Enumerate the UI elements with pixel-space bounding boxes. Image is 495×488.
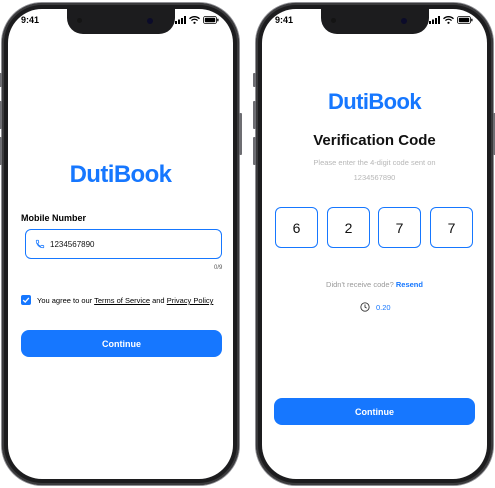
resend-prompt: Didn't receive code?	[326, 280, 394, 289]
status-icons	[429, 15, 473, 24]
power-button	[239, 113, 242, 155]
agree-conjunction: and	[150, 296, 167, 305]
phone-frame-login: 9:41 DutiBook Mobile Number 1234567890 0…	[0, 3, 242, 485]
agree-prefix: You agree to our	[37, 296, 95, 305]
mobile-number-value: 1234567890	[50, 239, 95, 249]
wifi-icon	[189, 15, 200, 24]
mobile-number-field[interactable]: 1234567890	[25, 229, 222, 259]
checkmark-icon	[22, 297, 30, 304]
status-time: 9:41	[21, 15, 40, 25]
subtitle-phone-number: 1234567890	[353, 173, 396, 182]
subtitle-instruction: Please enter the 4-digit code sent on	[313, 158, 436, 167]
resend-link[interactable]: Resend	[396, 280, 423, 289]
timer-value: 0.20	[376, 302, 391, 312]
notch	[66, 9, 175, 34]
otp-digit-2[interactable]: 2	[327, 207, 370, 248]
status-icons	[175, 15, 219, 24]
verification-subtitle: Please enter the 4-digit code sent on 12…	[262, 155, 487, 185]
app-logo: DutiBook	[69, 161, 172, 188]
login-screen: 9:41 DutiBook Mobile Number 1234567890 0…	[8, 9, 233, 479]
terms-of-service-link[interactable]: Terms of Service	[94, 296, 150, 305]
verification-screen: 9:41 DutiBook Verification Code Please e…	[262, 9, 487, 479]
notch	[320, 9, 429, 34]
otp-digit-4[interactable]: 7	[430, 207, 473, 248]
volume-up-button	[253, 101, 256, 129]
mute-switch	[253, 73, 256, 87]
battery-icon	[457, 15, 473, 24]
phone-icon	[35, 239, 45, 249]
otp-digit-3[interactable]: 7	[378, 207, 421, 248]
clock-icon	[360, 302, 370, 312]
status-time: 9:41	[275, 15, 294, 25]
volume-down-button	[0, 137, 2, 165]
continue-button[interactable]: Continue	[274, 398, 475, 425]
privacy-policy-link[interactable]: Privacy Policy	[167, 296, 214, 305]
mute-switch	[0, 73, 2, 87]
terms-checkbox[interactable]	[21, 295, 31, 305]
battery-icon	[203, 15, 219, 24]
terms-agreement-text: You agree to our Terms of Service and Pr…	[37, 296, 213, 305]
character-counter: 0/9	[214, 265, 223, 271]
mobile-number-label: Mobile Number	[21, 213, 87, 223]
app-logo: DutiBook	[328, 89, 422, 114]
page-title: Verification Code	[313, 132, 436, 149]
signal-icon	[175, 15, 186, 24]
otp-digit-1[interactable]: 6	[275, 207, 318, 248]
volume-up-button	[0, 101, 2, 129]
signal-icon	[429, 15, 440, 24]
phone-frame-verification: 9:41 DutiBook Verification Code Please e…	[253, 3, 495, 485]
resend-row: Didn't receive code? Resend	[262, 280, 487, 289]
continue-button[interactable]: Continue	[21, 330, 222, 357]
wifi-icon	[443, 15, 454, 24]
resend-timer: 0.20	[360, 302, 391, 312]
volume-down-button	[253, 137, 256, 165]
